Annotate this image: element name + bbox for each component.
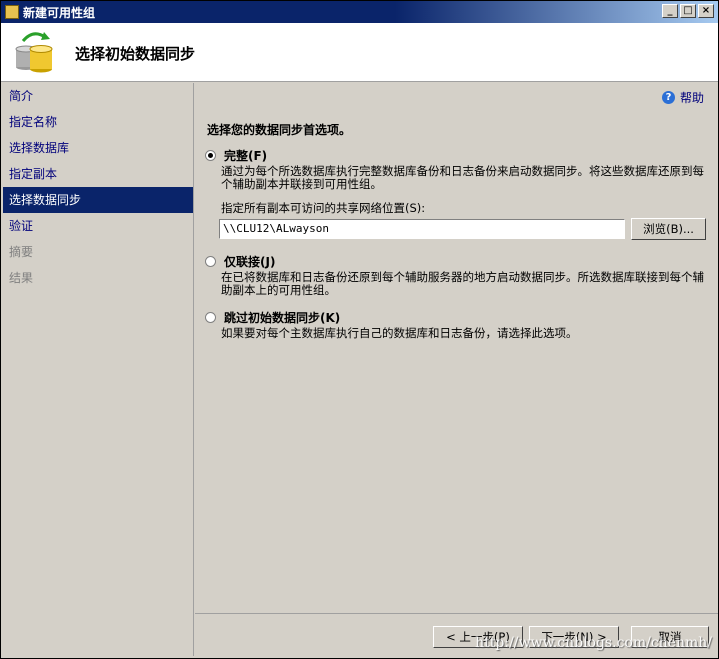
wizard-nav: 简介 指定名称 选择数据库 指定副本 选择数据同步 验证 摘要 结果: [3, 83, 194, 656]
nav-item-select-databases[interactable]: 选择数据库: [3, 135, 193, 161]
main-panel: ? 帮助 选择您的数据同步首选项。 完整(F) 通过为每个所选数据库执行完整数据…: [195, 83, 718, 656]
wizard-window: 新建可用性组 _ □ × 选择初始数据同步 简介 指定名称 选择数据库 指定副本…: [0, 0, 719, 659]
nav-item-intro[interactable]: 简介: [3, 83, 193, 109]
full-label: 完整(F): [224, 149, 268, 163]
full-description: 通过为每个所选数据库执行完整数据库备份和日志备份来启动数据同步。将这些数据库还原…: [221, 164, 704, 191]
skip-label: 跳过初始数据同步(K): [224, 311, 341, 325]
nav-item-results: 结果: [9, 271, 34, 285]
nav-item-validation[interactable]: 验证: [3, 213, 193, 239]
skip-description: 如果要对每个主数据库执行自己的数据库和日志备份，请选择此选项。: [221, 326, 578, 340]
app-icon: [5, 5, 19, 19]
window-title: 新建可用性组: [23, 5, 96, 20]
close-button[interactable]: ×: [698, 4, 714, 18]
share-location-input[interactable]: \\CLU12\ALwayson: [219, 219, 625, 239]
help-label: 帮助: [679, 91, 704, 105]
join-only-label: 仅联接(J): [224, 255, 276, 269]
share-location-label: 指定所有副本可访问的共享网络位置(S):: [221, 201, 426, 215]
full-radio[interactable]: [205, 150, 216, 161]
join-only-description: 在已将数据库和日志备份还原到每个辅助服务器的地方启动数据同步。所选数据库联接到每…: [221, 270, 704, 297]
nav-item-summary: 摘要: [9, 245, 34, 259]
option-full[interactable]: 完整(F): [205, 147, 267, 164]
browse-button[interactable]: 浏览(B)...: [631, 218, 706, 240]
help-icon: ?: [661, 91, 675, 104]
wizard-footer: < 上一步(P) 下一步(N) > 取消 http://www.cnblogs.…: [195, 613, 718, 659]
section-heading: 选择您的数据同步首选项。: [207, 123, 352, 137]
watermark: http://www.cnblogs.com/chenmh/: [475, 635, 712, 651]
option-skip[interactable]: 跳过初始数据同步(K): [205, 309, 340, 326]
nav-item-data-sync[interactable]: 选择数据同步: [3, 187, 193, 213]
skip-radio[interactable]: [205, 312, 216, 323]
help-link[interactable]: ? 帮助: [661, 89, 704, 106]
nav-item-specify-replicas[interactable]: 指定副本: [3, 161, 193, 187]
wizard-header: 选择初始数据同步: [1, 23, 718, 82]
minimize-button[interactable]: _: [662, 4, 678, 18]
page-title: 选择初始数据同步: [75, 45, 196, 63]
database-sync-icon: [15, 32, 53, 73]
join-only-radio[interactable]: [205, 256, 216, 267]
option-join-only[interactable]: 仅联接(J): [205, 253, 275, 270]
nav-item-specify-name[interactable]: 指定名称: [3, 109, 193, 135]
maximize-button[interactable]: □: [680, 4, 696, 18]
title-bar[interactable]: 新建可用性组 _ □ ×: [1, 1, 718, 23]
